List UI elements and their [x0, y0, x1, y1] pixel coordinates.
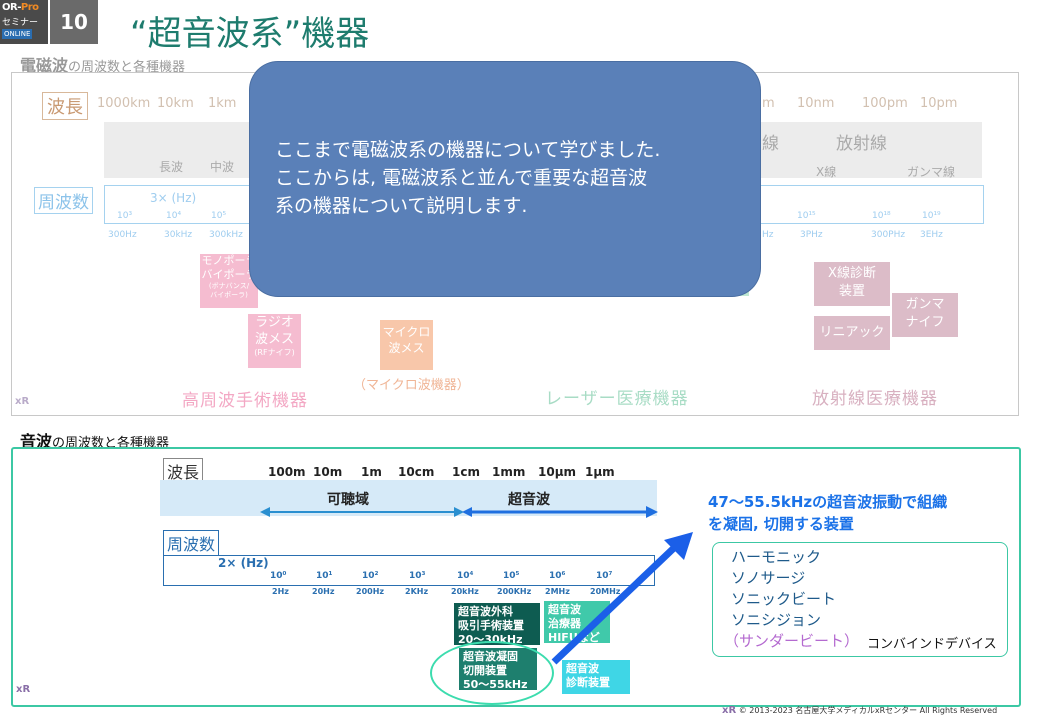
product-name: ソノサージ — [731, 569, 806, 587]
product-name: ソニシジョン — [731, 611, 822, 629]
combined-device-label: コンバインドデバイス — [867, 637, 997, 652]
em-subband-label: ガンマ線 — [907, 165, 956, 179]
us-freq-exponent: 10² — [362, 571, 379, 581]
em-freq-unit: 3EHz — [920, 230, 943, 240]
em-freq-unit: 300PHz — [871, 230, 906, 240]
us-device-surgical-aspirator: 超音波外科 吸引手術装置 20～30kHz — [454, 603, 540, 646]
em-band-label: 線 — [762, 134, 779, 154]
product-name: ソニックビート — [731, 590, 837, 608]
product-name-thunderbeat: （サンダービート） — [724, 632, 860, 650]
us-wavelength-value: 10cm — [398, 465, 435, 479]
em-wavelength-value: 10nm — [797, 96, 835, 111]
em-freq-unit: 300Hz — [108, 230, 137, 240]
logo-text-or-pro: OR-Pro — [2, 2, 39, 13]
em-freq-unit: 3PHz — [800, 230, 823, 240]
em-frequency-label: 周波数 — [34, 187, 93, 214]
us-freq-unit: 20kHz — [451, 587, 479, 596]
footer-xr-mark: xR — [722, 705, 737, 716]
us-freq-unit: 200KHz — [497, 587, 532, 596]
callout-line: ここまで電磁波系の機器について学びました. — [275, 139, 661, 161]
em-wavelength-label: 波長 — [42, 92, 88, 120]
us-wavelength-value: 1μm — [585, 465, 615, 479]
us-freq-unit: 200Hz — [356, 587, 385, 596]
em-device-linac: リニアック — [814, 316, 890, 350]
em-category-radiation: 放射線医療機器 — [812, 389, 938, 409]
logo-text-seminar: セミナー — [2, 18, 39, 28]
em-freq-exponent: 10¹⁵ — [797, 211, 816, 221]
us-freq-exponent: 10⁵ — [503, 571, 520, 581]
em-microwave-caption: （マイクロ波機器） — [353, 378, 470, 393]
em-freq-multiplier: 3× (Hz) — [150, 191, 197, 205]
em-freq-unit: 300kHz — [209, 230, 243, 240]
em-wavelength-value: 1km — [208, 96, 237, 111]
em-device-radio-knife: ラジオ 波メス (RFナイフ) — [248, 314, 301, 368]
us-wavelength-value: 1m — [361, 465, 382, 479]
em-freq-exponent: 10¹⁸ — [872, 211, 891, 221]
us-freq-exponent: 10³ — [409, 571, 426, 581]
em-freq-exponent: 10⁴ — [166, 211, 182, 221]
callout-line: ここからは, 電磁波系と並んで重要な超音波 — [275, 167, 648, 189]
em-xr-mark: xR — [15, 396, 30, 407]
em-freq-exponent: 10¹⁹ — [922, 211, 941, 221]
us-frequency-label: 周波数 — [163, 530, 220, 556]
em-category-hf-surgery: 高周波手術機器 — [182, 391, 308, 411]
us-freq-exponent: 10⁰ — [270, 571, 287, 581]
em-wavelength-value: 10km — [157, 96, 194, 111]
logo-text-online: ONLINE — [2, 29, 33, 39]
us-freq-unit: 20Hz — [312, 587, 335, 596]
em-subband-label: 長波 — [159, 160, 184, 174]
slide-title: “超音波系”機器 — [130, 14, 370, 54]
em-subband-label: 中波 — [210, 160, 235, 174]
seminar-logo: OR-Pro セミナー ONLINE — [0, 0, 48, 44]
em-subband-label: X線 — [816, 165, 837, 179]
em-wavelength-value: 100pm — [862, 96, 908, 111]
us-freq-multiplier: 2× (Hz) — [218, 556, 269, 570]
us-wavelength-value: 10μm — [538, 465, 577, 479]
em-device-gamma-knife: ガンマ ナイフ — [892, 293, 958, 337]
em-category-laser: レーザー医療機器 — [545, 389, 689, 409]
us-freq-unit: 2KHz — [405, 587, 429, 596]
us-wavelength-value: 100m — [268, 465, 306, 479]
em-freq-unit: Hz — [762, 230, 774, 240]
us-xr-mark: xR — [16, 684, 31, 695]
copyright-footer: xR © 2013-2023 名古屋大学メディカルxRセンター All Righ… — [722, 705, 997, 716]
em-wavelength-value: 1000km — [97, 96, 151, 111]
em-freq-exponent: 10³ — [117, 211, 133, 221]
slide-number: 10 — [50, 0, 98, 44]
range-arrows — [260, 506, 658, 518]
pointer-arrow — [551, 532, 693, 665]
us-freq-exponent: 10⁴ — [457, 571, 474, 581]
em-wavelength-value: m — [762, 96, 775, 111]
us-wavelength-value: 1cm — [452, 465, 480, 479]
em-band-label: 放射線 — [836, 134, 887, 154]
coag-device-note: 47～55.5kHzの超音波振動で組織 を凝固, 切開する装置 — [708, 493, 948, 533]
info-callout: ここまで電磁波系の機器について学びました. ここからは, 電磁波系と並んで重要な… — [250, 62, 760, 296]
em-device-xray: X線診断 装置 — [814, 262, 890, 306]
highlight-ellipse — [430, 641, 554, 705]
us-wavelength-value: 1mm — [492, 465, 526, 479]
em-freq-unit: 30kHz — [164, 230, 193, 240]
us-freq-unit: 2Hz — [272, 587, 289, 596]
product-name: ハーモニック — [731, 548, 822, 566]
us-freq-exponent: 10¹ — [316, 571, 333, 581]
callout-line: 系の機器について説明します. — [275, 195, 528, 217]
em-device-microwave: マイクロ 波メス — [380, 320, 433, 370]
em-freq-exponent: 10⁵ — [211, 211, 227, 221]
em-wavelength-value: 10pm — [920, 96, 958, 111]
us-wavelength-value: 10m — [313, 465, 343, 479]
copyright-text: © 2013-2023 名古屋大学メディカルxRセンター All Rights … — [738, 706, 998, 715]
